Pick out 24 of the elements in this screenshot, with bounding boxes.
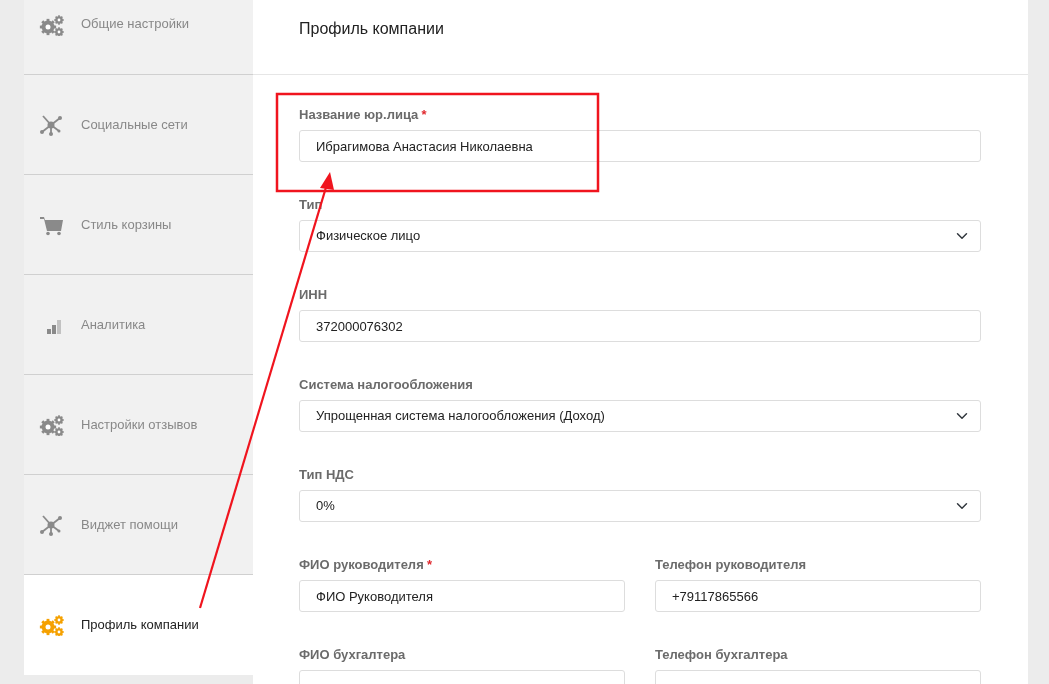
field-label: Название юр.лица	[299, 107, 419, 123]
required-mark: *	[426, 557, 433, 573]
gears-icon	[39, 413, 65, 436]
select-field[interactable]: Физическое лицо	[299, 220, 981, 252]
select-field[interactable]: 0%	[299, 490, 981, 522]
gears-icon	[39, 14, 65, 36]
field-label: ФИО руководителя	[299, 557, 424, 573]
field-label: Система налогообложения	[299, 377, 474, 393]
field-label: Тип НДС	[299, 467, 355, 483]
input-field[interactable]: ФИО Руководителя	[299, 580, 625, 612]
page-title: Профиль компании	[253, 0, 1028, 75]
gears-icon	[39, 614, 65, 636]
sidebar-item[interactable]: Профиль компании	[24, 575, 253, 675]
input-field[interactable]: 372000076302	[299, 310, 981, 342]
field-label: ИНН	[299, 287, 329, 303]
network-icon	[39, 513, 65, 536]
input-field[interactable]: +79117865566	[655, 580, 981, 612]
select-field[interactable]: Упрощенная система налогообложения (Доход)	[299, 400, 981, 432]
field-label: ФИО бухгалтера	[299, 647, 407, 663]
input-field[interactable]: Ибрагимова Анастасия Николаевна	[299, 130, 981, 162]
network-icon	[39, 113, 65, 136]
required-mark: *	[421, 107, 427, 123]
field-label: Телефон руководителя	[655, 557, 807, 573]
field-label: Телефон бухгалтера	[655, 647, 789, 663]
